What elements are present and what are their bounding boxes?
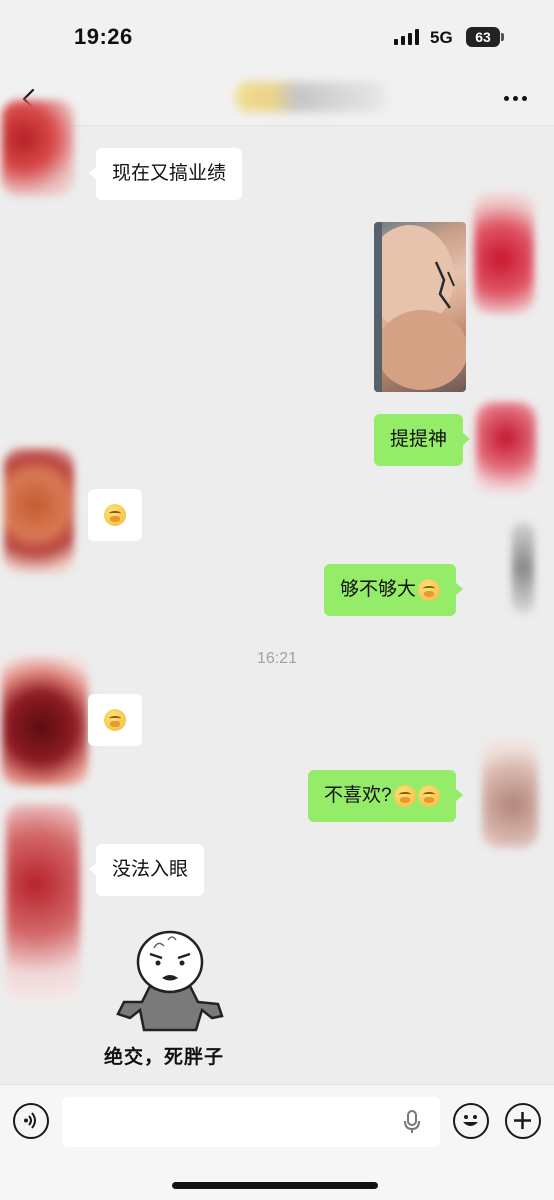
avatar[interactable] xyxy=(512,522,534,614)
photo-content xyxy=(374,222,466,392)
message-sent[interactable]: 提提神 xyxy=(374,414,471,466)
home-indicator xyxy=(172,1182,378,1189)
message-input[interactable] xyxy=(62,1097,440,1147)
chat-header xyxy=(0,76,554,126)
status-time: 19:26 xyxy=(74,24,133,49)
message-text: 不喜欢? xyxy=(324,785,392,806)
avatar[interactable] xyxy=(4,448,74,574)
status-bar: 19:26 5G 63 xyxy=(0,0,554,76)
message-text: 够不够大 xyxy=(340,579,417,600)
emoji-icon xyxy=(417,784,440,807)
network-type: 5G xyxy=(430,28,453,47)
message-received[interactable]: 现在又搞业绩 xyxy=(88,148,243,200)
plus-icon xyxy=(514,1112,531,1129)
chat-title-blurred xyxy=(236,82,386,112)
emoji-icon xyxy=(393,784,416,807)
timestamp: 16:21 xyxy=(256,650,298,667)
avatar[interactable] xyxy=(482,740,538,848)
emoji-icon xyxy=(418,578,441,601)
emoji-message[interactable] xyxy=(88,489,142,541)
voice-button[interactable] xyxy=(13,1103,49,1139)
meme-face-icon xyxy=(116,930,224,1032)
emoji-message[interactable] xyxy=(88,694,142,746)
signal-icon xyxy=(394,29,419,45)
photo-message[interactable] xyxy=(374,222,466,392)
message-sent[interactable]: 够不够大 xyxy=(324,564,464,616)
voice-icon xyxy=(24,1112,36,1129)
ellipsis-icon[interactable] xyxy=(504,96,527,101)
avatar[interactable] xyxy=(6,804,80,1004)
avatar[interactable] xyxy=(476,402,536,492)
battery-icon: 63 xyxy=(466,27,500,47)
message-sent[interactable]: 不喜欢? xyxy=(308,770,463,822)
avatar[interactable] xyxy=(474,192,534,314)
microphone-icon[interactable] xyxy=(402,1109,422,1135)
emoji-button[interactable] xyxy=(453,1103,489,1139)
emoji-icon xyxy=(104,504,126,526)
avatar[interactable] xyxy=(2,100,74,196)
meme-caption: 绝交，死胖子 xyxy=(104,1047,225,1068)
emoji-icon xyxy=(104,709,126,731)
plus-button[interactable] xyxy=(505,1103,541,1139)
avatar[interactable] xyxy=(2,656,88,786)
battery-tip xyxy=(501,33,504,41)
smile-icon xyxy=(463,1115,478,1126)
message-received[interactable]: 没法入眼 xyxy=(88,844,205,896)
